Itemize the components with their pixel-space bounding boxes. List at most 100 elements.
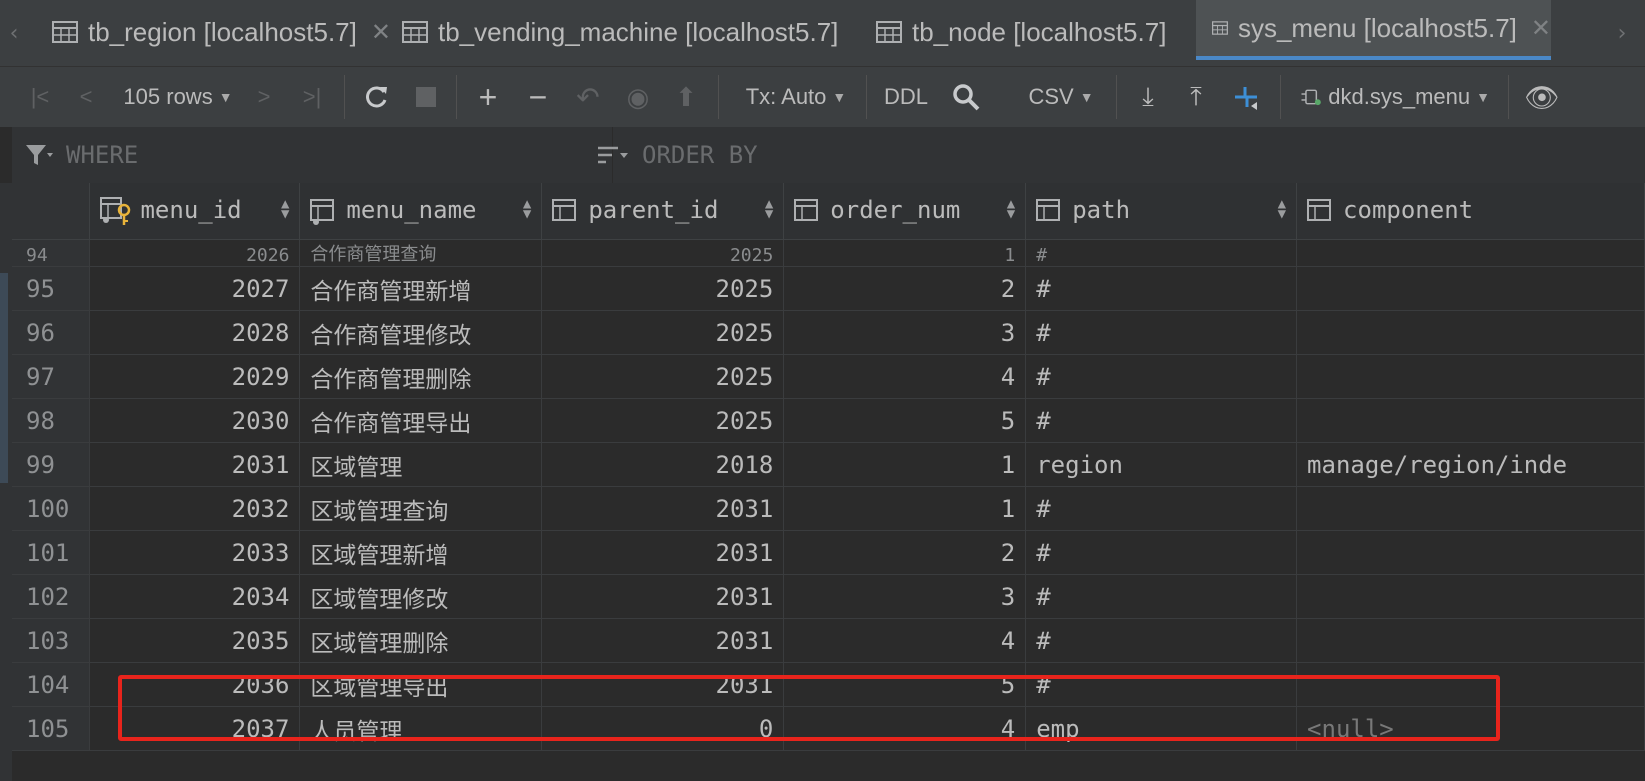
table-row[interactable]: 100 2032 区域管理查询 2031 1 #	[12, 486, 1645, 531]
cell-parent-id[interactable]: 2018	[541, 442, 785, 487]
cell-order-num[interactable]: 1	[783, 442, 1027, 487]
cell-menu-id[interactable]: 2036	[89, 662, 301, 707]
cell-path[interactable]: emp	[1025, 706, 1298, 751]
refresh-icon[interactable]	[358, 67, 394, 127]
cell-parent-id[interactable]: 2031	[541, 618, 785, 663]
cell-menu-name[interactable]: 区域管理查询	[299, 486, 543, 531]
cell-order-num[interactable]: 3	[783, 574, 1027, 619]
upload-icon[interactable]: ⤒	[1180, 67, 1212, 127]
cell-menu-id[interactable]: 2033	[89, 530, 301, 575]
cell-component[interactable]	[1296, 398, 1645, 443]
table-row[interactable]: 97 2029 合作商管理删除 2025 4 #	[12, 354, 1645, 399]
table-row[interactable]: 101 2033 区域管理新增 2031 2 #	[12, 530, 1645, 575]
cell-component[interactable]	[1296, 354, 1645, 399]
column-header-menu-id[interactable]: menu_id ▲ ▼	[89, 183, 301, 240]
cell-parent-id[interactable]: 2031	[541, 662, 785, 707]
cell-menu-name[interactable]: 区域管理修改	[299, 574, 543, 619]
delete-row-icon[interactable]: −	[520, 67, 556, 127]
sort-toggle-icon[interactable]: ▲ ▼	[765, 197, 773, 221]
download-icon[interactable]: ⤓	[1132, 67, 1164, 127]
stop-icon[interactable]	[408, 67, 444, 127]
cell-menu-id[interactable]: 2029	[89, 354, 301, 399]
sort-toggle-icon[interactable]: ▲ ▼	[523, 197, 531, 221]
cell-component[interactable]: manage/region/inde	[1296, 442, 1645, 487]
cell-menu-name[interactable]: 区域管理删除	[299, 618, 543, 663]
cell-menu-id[interactable]: 2035	[89, 618, 301, 663]
cell-parent-id[interactable]: 2031	[541, 486, 785, 531]
cell-path[interactable]: #	[1025, 398, 1298, 443]
order-by-field[interactable]: ORDER BY	[596, 127, 758, 183]
view-options-eye-icon[interactable]: 👁	[1522, 67, 1562, 127]
sort-toggle-icon[interactable]: ▲ ▼	[1007, 197, 1015, 221]
cell-order-num[interactable]: 4	[783, 706, 1027, 751]
cell-parent-id[interactable]: 2025	[541, 398, 785, 443]
datasource-dropdown[interactable]: dkd.sys_menu ▼	[1300, 67, 1490, 127]
cell-component[interactable]	[1296, 574, 1645, 619]
cell-order-num[interactable]: 4	[783, 618, 1027, 663]
tab-scroll-right-icon[interactable]: ›	[1610, 0, 1634, 66]
cell-parent-id[interactable]: 2031	[541, 530, 785, 575]
preview-pending-icon[interactable]: ◉	[620, 67, 656, 127]
cell-path[interactable]: #	[1025, 486, 1298, 531]
column-header-component[interactable]: component	[1296, 183, 1645, 240]
column-header-menu-name[interactable]: menu_name ▲ ▼	[299, 183, 543, 240]
cell-menu-id[interactable]: 2031	[89, 442, 301, 487]
cell-menu-id[interactable]: 2034	[89, 574, 301, 619]
tab-tb-region[interactable]: tb_region [localhost5.7] ✕	[38, 0, 405, 64]
table-row[interactable]: 96 2028 合作商管理修改 2025 3 #	[12, 310, 1645, 355]
cell-menu-id[interactable]: 2028	[89, 310, 301, 355]
column-header-parent-id[interactable]: parent_id ▲ ▼	[541, 183, 785, 240]
cell-menu-id[interactable]: 2026	[89, 239, 301, 267]
last-page-icon[interactable]: >|	[294, 67, 330, 127]
cell-path[interactable]: #	[1025, 354, 1298, 399]
cell-menu-id[interactable]: 2030	[89, 398, 301, 443]
cell-parent-id[interactable]: 2025	[541, 239, 785, 267]
cell-parent-id[interactable]: 0	[541, 706, 785, 751]
cell-component[interactable]	[1296, 530, 1645, 575]
cell-order-num[interactable]: 5	[783, 398, 1027, 443]
cell-menu-name[interactable]: 合作商管理新增	[299, 266, 543, 311]
column-header-order-num[interactable]: order_num ▲ ▼	[783, 183, 1027, 240]
cell-path[interactable]: region	[1025, 442, 1298, 487]
cell-order-num[interactable]: 3	[783, 310, 1027, 355]
table-row-partial[interactable]: 94 2026 合作商管理查询 2025 1 #	[12, 239, 1645, 267]
rows-count-dropdown[interactable]: 105 rows ▼	[118, 67, 238, 127]
cell-menu-name[interactable]: 合作商管理删除	[299, 354, 543, 399]
cell-menu-name[interactable]: 合作商管理修改	[299, 310, 543, 355]
cell-order-num[interactable]: 2	[783, 530, 1027, 575]
cell-path[interactable]: #	[1025, 310, 1298, 355]
cell-menu-name[interactable]: 合作商管理查询	[299, 239, 543, 267]
cell-component[interactable]	[1296, 266, 1645, 311]
cell-path[interactable]: #	[1025, 574, 1298, 619]
cell-component[interactable]	[1296, 310, 1645, 355]
table-row[interactable]: 103 2035 区域管理删除 2031 4 #	[12, 618, 1645, 663]
cell-component[interactable]	[1296, 239, 1645, 267]
close-icon[interactable]: ✕	[1531, 14, 1551, 43]
table-row[interactable]: 99 2031 区域管理 2018 1 region manage/region/inde	[12, 442, 1645, 487]
cell-menu-name[interactable]: 区域管理导出	[299, 662, 543, 707]
column-header-path[interactable]: path ▲ ▼	[1025, 183, 1298, 240]
cell-menu-id[interactable]: 2037	[89, 706, 301, 751]
cell-parent-id[interactable]: 2025	[541, 266, 785, 311]
add-row-icon[interactable]: +	[470, 67, 506, 127]
cell-order-num[interactable]: 4	[783, 354, 1027, 399]
revert-icon[interactable]: ↶	[570, 67, 606, 127]
cell-component[interactable]	[1296, 662, 1645, 707]
cell-menu-name[interactable]: 合作商管理导出	[299, 398, 543, 443]
tab-tb-node[interactable]: tb_node [localhost5.7]	[862, 0, 1180, 64]
cell-path[interactable]: #	[1025, 239, 1298, 267]
table-row[interactable]: 98 2030 合作商管理导出 2025 5 #	[12, 398, 1645, 443]
tab-scroll-left-icon[interactable]: ‹	[2, 0, 26, 66]
sort-toggle-icon[interactable]: ▲ ▼	[281, 197, 289, 221]
cell-order-num[interactable]: 1	[783, 239, 1027, 267]
tab-tb-vending-machine[interactable]: tb_vending_machine [localhost5.7]	[388, 0, 852, 64]
table-row[interactable]: 105 2037 人员管理 0 4 emp <null>	[12, 706, 1645, 751]
result-grid[interactable]: menu_id ▲ ▼ menu_name ▲ ▼ parent_id ▲ ▼ ord…	[12, 183, 1645, 781]
next-page-icon[interactable]: >	[250, 67, 278, 127]
search-icon[interactable]	[946, 67, 986, 127]
cell-path[interactable]: #	[1025, 662, 1298, 707]
cell-path[interactable]: #	[1025, 266, 1298, 311]
cell-component[interactable]: <null>	[1296, 706, 1645, 751]
table-row[interactable]: 95 2027 合作商管理新增 2025 2 #	[12, 266, 1645, 311]
where-filter-field[interactable]: WHERE	[24, 127, 138, 183]
